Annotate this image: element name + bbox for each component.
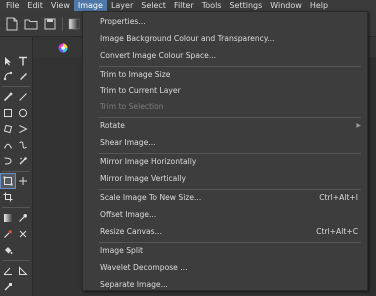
rectangle-tool-icon[interactable] xyxy=(1,106,15,120)
menu-item-label: Offset Image... xyxy=(100,210,157,219)
menu-file[interactable]: File xyxy=(2,0,23,11)
menu-separator xyxy=(99,117,361,118)
line-tool-icon[interactable] xyxy=(16,90,30,104)
toolbox-panel xyxy=(0,37,33,296)
select-shapes-icon[interactable] xyxy=(1,54,15,68)
menu-item-rotate[interactable]: Rotate ▶ xyxy=(83,119,367,133)
menu-help[interactable]: Help xyxy=(306,0,332,11)
menu-item-trim-selection: Trim to Selection xyxy=(83,100,367,114)
toolbox-separator xyxy=(2,86,30,87)
menu-item-offset-image[interactable]: Offset Image... xyxy=(83,208,367,222)
polygon-tool-icon[interactable] xyxy=(1,122,15,136)
menu-item-label: Image Background Colour and Transparency… xyxy=(100,34,275,43)
smart-patch-icon[interactable] xyxy=(16,227,30,241)
measure-tool-icon[interactable] xyxy=(1,264,15,278)
save-icon[interactable] xyxy=(42,16,58,32)
menu-item-label: Resize Canvas... xyxy=(100,227,162,236)
crop-tool-icon[interactable] xyxy=(1,190,15,204)
menu-item-trim-image-size[interactable]: Trim to Image Size xyxy=(83,68,367,82)
menu-filter[interactable]: Filter xyxy=(170,0,198,11)
toolbar-separator xyxy=(62,17,63,31)
new-document-icon[interactable] xyxy=(4,16,20,32)
freehand-brush-icon[interactable] xyxy=(1,90,15,104)
menu-layer[interactable]: Layer xyxy=(107,0,137,11)
text-tool-icon[interactable] xyxy=(16,54,30,68)
multibrush-icon[interactable] xyxy=(16,154,30,168)
menu-item-label: Mirror Image Horizontally xyxy=(100,157,197,166)
menu-item-mirror-horizontally[interactable]: Mirror Image Horizontally xyxy=(83,155,367,169)
bezier-curve-icon[interactable] xyxy=(1,138,15,152)
calligraphy-icon[interactable] xyxy=(16,69,30,83)
menu-separator xyxy=(99,66,361,67)
submenu-arrow-icon: ▶ xyxy=(356,122,361,129)
menu-separator xyxy=(99,242,361,243)
menu-item-wavelet-decompose[interactable]: Wavelet Decompose ... xyxy=(83,261,367,275)
menu-item-label: Image Split xyxy=(100,246,144,255)
assistant-tool-icon[interactable] xyxy=(16,264,30,278)
menu-separator xyxy=(99,153,361,154)
menu-item-mirror-vertically[interactable]: Mirror Image Vertically xyxy=(83,172,367,186)
image-menu-dropdown: Properties... Image Background Colour an… xyxy=(82,11,368,291)
menu-bar: File Edit View Image Layer Select Filter… xyxy=(0,0,376,11)
toolbox-separator xyxy=(2,207,30,208)
menu-item-label: Scale Image To New Size... xyxy=(100,193,202,202)
menu-window[interactable]: Window xyxy=(266,0,306,11)
reference-images-icon[interactable] xyxy=(1,280,15,294)
menu-item-label: Trim to Current Layer xyxy=(100,86,181,95)
color-wheel-icon[interactable] xyxy=(58,43,68,53)
menu-image[interactable]: Image xyxy=(73,0,107,11)
menu-settings[interactable]: Settings xyxy=(225,0,266,11)
menu-edit[interactable]: Edit xyxy=(23,0,47,11)
gradient-tool-icon[interactable] xyxy=(1,211,15,225)
menu-item-label: Rotate xyxy=(100,121,125,130)
menu-item-label: Mirror Image Vertically xyxy=(100,174,187,183)
color-picker-icon[interactable] xyxy=(16,211,30,225)
menu-item-label: Trim to Image Size xyxy=(100,70,171,79)
menu-item-trim-current-layer[interactable]: Trim to Current Layer xyxy=(83,84,367,98)
menu-item-resize-canvas[interactable]: Resize Canvas... Ctrl+Alt+C xyxy=(83,225,367,239)
freehand-path-icon[interactable] xyxy=(16,138,30,152)
menu-item-label: Convert Image Colour Space... xyxy=(100,51,217,60)
dynamic-brush-icon[interactable] xyxy=(1,154,15,168)
gradient-icon[interactable] xyxy=(66,16,82,32)
menu-item-shear-image[interactable]: Shear Image... xyxy=(83,136,367,150)
menu-item-properties[interactable]: Properties... xyxy=(83,15,367,29)
menu-view[interactable]: View xyxy=(47,0,74,11)
menu-item-label: Trim to Selection xyxy=(100,102,164,111)
menu-item-shortcut: Ctrl+Alt+I xyxy=(319,193,358,202)
edit-shapes-icon[interactable] xyxy=(1,69,15,83)
menu-item-label: Wavelet Decompose ... xyxy=(100,263,188,272)
fill-tool-icon[interactable] xyxy=(1,243,15,257)
menu-item-convert-colour-space[interactable]: Convert Image Colour Space... xyxy=(83,49,367,63)
ellipse-tool-icon[interactable] xyxy=(16,106,30,120)
open-folder-icon[interactable] xyxy=(23,16,39,32)
menu-separator xyxy=(99,189,361,190)
menu-item-image-split[interactable]: Image Split xyxy=(83,244,367,258)
menu-tools[interactable]: Tools xyxy=(198,0,226,11)
menu-item-label: Separate Image... xyxy=(100,280,168,289)
colorize-mask-icon[interactable] xyxy=(1,227,15,241)
menu-item-label: Properties... xyxy=(100,17,146,26)
transform-tool-icon[interactable] xyxy=(0,173,16,189)
menu-item-background-colour[interactable]: Image Background Colour and Transparency… xyxy=(83,32,367,46)
menu-item-shortcut: Ctrl+Alt+C xyxy=(316,227,358,236)
menu-item-label: Shear Image... xyxy=(100,138,156,147)
menu-select[interactable]: Select xyxy=(137,0,170,11)
toolbox-separator xyxy=(2,260,30,261)
toolbox-separator xyxy=(2,171,30,172)
polyline-tool-icon[interactable] xyxy=(16,122,30,136)
menu-item-scale-image[interactable]: Scale Image To New Size... Ctrl+Alt+I xyxy=(83,191,367,205)
move-tool-icon[interactable] xyxy=(16,174,30,188)
menu-item-separate-image[interactable]: Separate Image... xyxy=(83,278,367,292)
